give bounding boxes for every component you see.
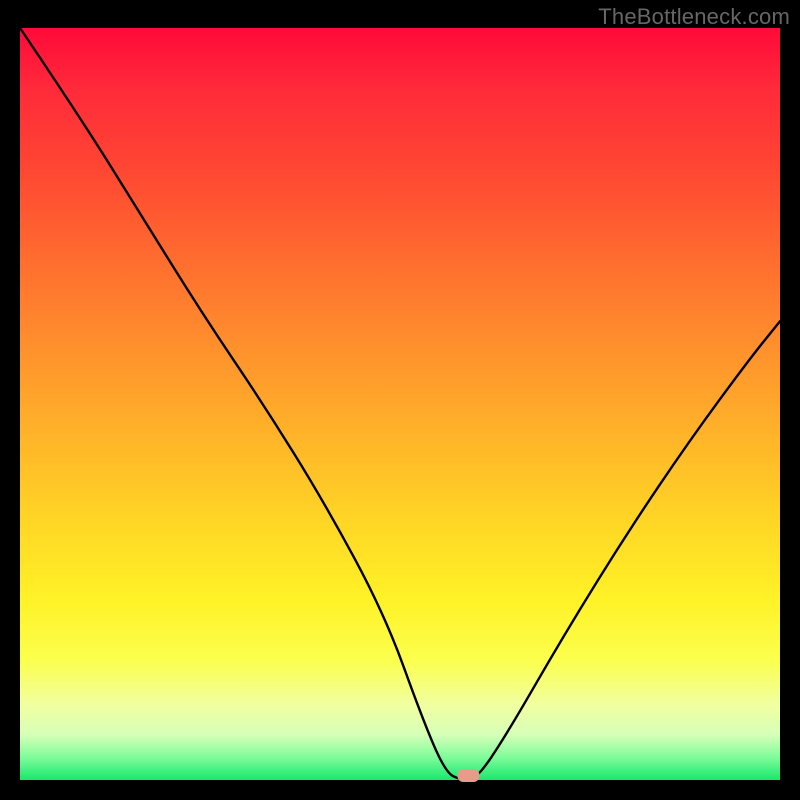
plot-area [20, 28, 780, 780]
curve-layer [20, 28, 780, 780]
chart-frame: TheBottleneck.com [0, 0, 800, 800]
watermark-text: TheBottleneck.com [598, 4, 790, 30]
bottleneck-curve [20, 28, 780, 780]
optimal-point-marker [457, 769, 479, 782]
